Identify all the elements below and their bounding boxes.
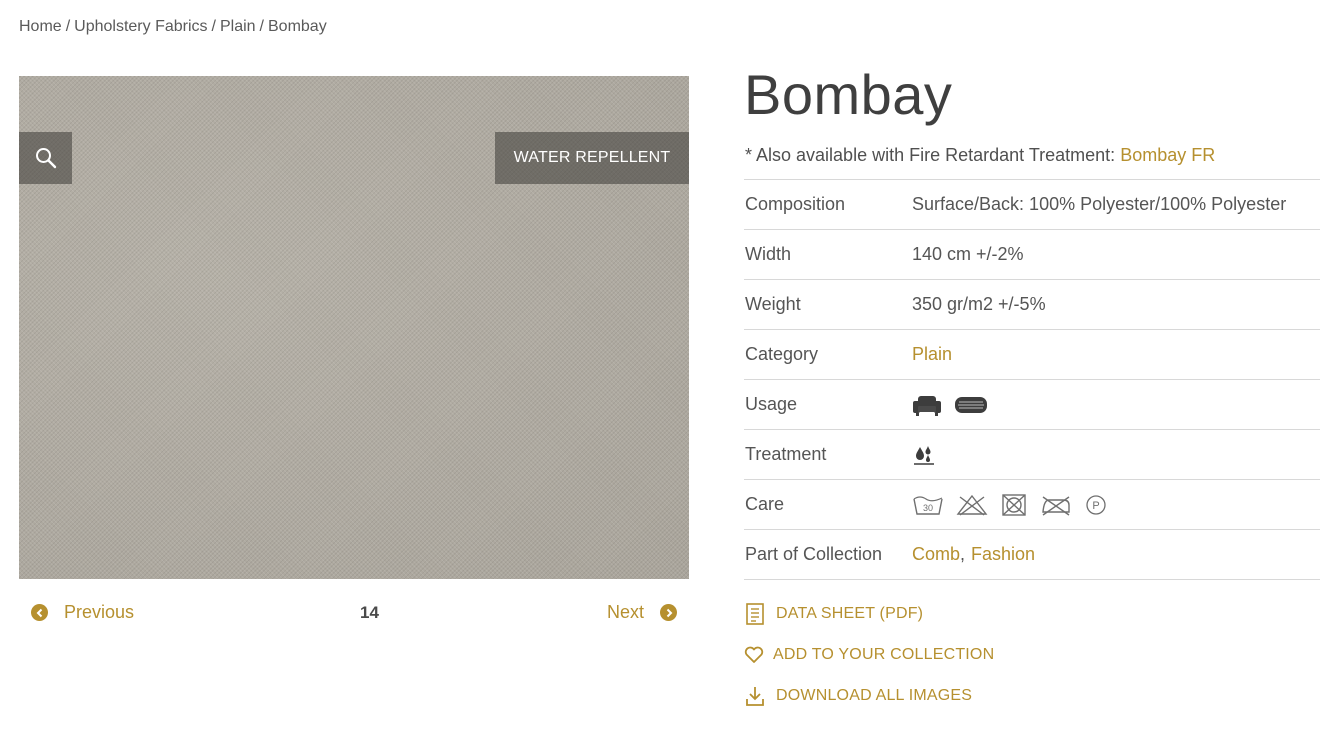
chevron-right-icon xyxy=(660,604,677,621)
product-pager: Previous 14 Next xyxy=(19,598,689,630)
search-icon xyxy=(35,148,56,169)
category-link[interactable]: Plain xyxy=(912,344,952,365)
document-icon xyxy=(744,602,766,626)
fr-note-text: * Also available with Fire Retardant Tre… xyxy=(745,145,1121,165)
dry-clean-p-icon: P xyxy=(1084,493,1108,517)
product-number: 14 xyxy=(360,603,379,622)
do-not-iron-icon xyxy=(1040,493,1072,517)
spec-label: Care xyxy=(745,494,785,514)
spec-label: Width xyxy=(745,244,792,264)
spec-label: Part of Collection xyxy=(745,544,883,564)
add-to-collection-button[interactable]: ADD TO YOUR COLLECTION xyxy=(744,641,994,669)
breadcrumb: Home / Upholstery Fabrics / Plain / Bombay xyxy=(19,18,327,36)
breadcrumb-separator: / xyxy=(211,18,216,35)
spec-value: 140 cm +/-2% xyxy=(912,244,1024,264)
spec-value: Surface/Back: 100% Polyester/100% Polyes… xyxy=(912,194,1287,214)
download-images-button[interactable]: DOWNLOAD ALL IMAGES xyxy=(744,682,994,710)
water-repellent-icon xyxy=(912,443,936,467)
breadcrumb-separator: / xyxy=(259,18,264,35)
breadcrumb-plain[interactable]: Plain xyxy=(220,18,256,35)
wash-30-icon: 30 xyxy=(912,493,944,517)
cushion-icon xyxy=(954,393,988,417)
zoom-button[interactable] xyxy=(19,132,72,184)
spec-row-category: Category Plain xyxy=(744,330,1320,380)
page-title: Bombay xyxy=(744,63,953,126)
spec-label: Usage xyxy=(745,394,798,414)
collection-link-comb[interactable]: Comb xyxy=(912,544,960,565)
breadcrumb-upholstery-fabrics[interactable]: Upholstery Fabrics xyxy=(74,18,207,35)
fire-retardant-note: * Also available with Fire Retardant Tre… xyxy=(745,145,1215,166)
spec-row-usage: Usage xyxy=(744,380,1320,430)
previous-label: Previous xyxy=(64,602,135,622)
spec-label: Weight xyxy=(745,294,801,314)
next-button[interactable]: Next xyxy=(607,602,677,623)
previous-button[interactable]: Previous xyxy=(31,602,134,623)
product-actions: DATA SHEET (PDF) ADD TO YOUR COLLECTION … xyxy=(744,600,994,723)
spec-row-collection: Part of Collection Comb, Fashion xyxy=(744,530,1320,580)
do-not-tumble-dry-icon xyxy=(1000,493,1028,517)
download-images-label: DOWNLOAD ALL IMAGES xyxy=(776,687,973,704)
download-icon xyxy=(744,684,766,708)
spec-label: Treatment xyxy=(745,444,827,464)
spec-label: Category xyxy=(745,344,819,364)
specs-table: Composition Surface/Back: 100% Polyester… xyxy=(744,179,1320,580)
collection-separator: , xyxy=(960,544,966,564)
fabric-image[interactable]: WATER REPELLENT xyxy=(19,76,689,579)
water-repellent-badge: WATER REPELLENT xyxy=(495,132,689,184)
armchair-icon xyxy=(912,393,942,417)
spec-label: Composition xyxy=(745,194,846,214)
spec-row-composition: Composition Surface/Back: 100% Polyester… xyxy=(744,180,1320,230)
chevron-left-icon xyxy=(31,604,48,621)
spec-row-care: Care 30 P xyxy=(744,480,1320,530)
spec-row-weight: Weight 350 gr/m2 +/-5% xyxy=(744,280,1320,330)
heart-icon xyxy=(744,643,764,667)
spec-value: 350 gr/m2 +/-5% xyxy=(912,294,1046,314)
next-label: Next xyxy=(606,602,644,622)
breadcrumb-separator: / xyxy=(65,18,71,35)
breadcrumb-current: Bombay xyxy=(268,18,327,35)
spec-row-width: Width 140 cm +/-2% xyxy=(744,230,1320,280)
collection-link-fashion[interactable]: Fashion xyxy=(971,544,1035,565)
add-to-collection-label: ADD TO YOUR COLLECTION xyxy=(773,646,995,663)
data-sheet-button[interactable]: DATA SHEET (PDF) xyxy=(744,600,994,628)
spec-row-treatment: Treatment xyxy=(744,430,1320,480)
data-sheet-label: DATA SHEET (PDF) xyxy=(776,605,924,622)
do-not-bleach-icon xyxy=(956,493,988,517)
dry-clean-letter: P xyxy=(1092,500,1099,512)
breadcrumb-home[interactable]: Home xyxy=(19,18,62,35)
bombay-fr-link[interactable]: Bombay FR xyxy=(1120,145,1215,165)
wash-temperature: 30 xyxy=(923,503,933,513)
